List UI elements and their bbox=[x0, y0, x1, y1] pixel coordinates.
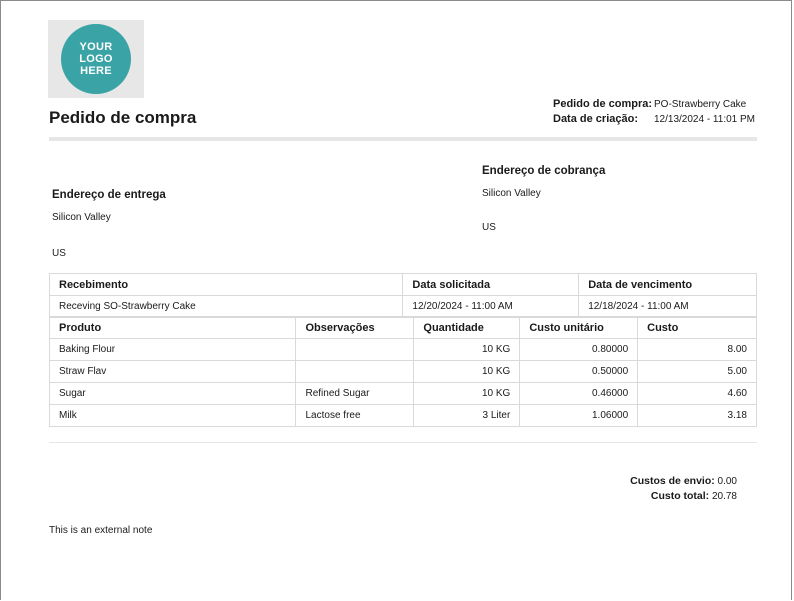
external-note: This is an external note bbox=[49, 525, 153, 536]
created-value: 12/13/2024 - 11:01 PM bbox=[654, 114, 755, 125]
shipping-country: US bbox=[52, 248, 66, 259]
quantity-header: Quantidade bbox=[413, 316, 521, 339]
quantity-cell: 10 KG bbox=[413, 338, 521, 361]
unit-cost-cell: 0.80000 bbox=[519, 338, 639, 361]
total-cost-label: Custo total: bbox=[650, 490, 710, 502]
logo-circle: YOUR LOGO HERE bbox=[61, 24, 131, 94]
table-row: Baking Flour 10 KG 0.80000 8.00 bbox=[48, 338, 757, 361]
unit-cost-header: Custo unitário bbox=[519, 316, 639, 339]
order-value: PO-Strawberry Cake bbox=[654, 99, 747, 110]
logo-text: YOUR LOGO HERE bbox=[79, 41, 113, 77]
table-row: Milk Lactose free 3 Liter 1.06000 3.18 bbox=[48, 404, 757, 427]
notes-cell: Lactose free bbox=[295, 404, 415, 427]
receipt-header-row: Recebimento Data solicitada Data de venc… bbox=[48, 273, 757, 296]
receipt-table: Recebimento Data solicitada Data de venc… bbox=[48, 273, 757, 318]
billing-country: US bbox=[482, 222, 496, 233]
order-meta: Pedido de compra: PO-Strawberry Cake Dat… bbox=[553, 98, 755, 128]
table-row: Sugar Refined Sugar 10 KG 0.46000 4.60 bbox=[48, 382, 757, 405]
totals-divider bbox=[49, 442, 757, 443]
quantity-cell: 10 KG bbox=[413, 360, 521, 383]
notes-cell bbox=[295, 338, 415, 361]
cost-header: Custo bbox=[637, 316, 757, 339]
quantity-cell: 3 Liter bbox=[413, 404, 521, 427]
cost-cell: 4.60 bbox=[637, 382, 757, 405]
billing-heading: Endereço de cobrança bbox=[482, 165, 606, 177]
document-title: Pedido de compra bbox=[49, 108, 197, 127]
receipt-header: Recebimento bbox=[48, 273, 404, 296]
product-cell: Baking Flour bbox=[48, 338, 297, 361]
billing-address: Endereço de cobrança Silicon Valley US bbox=[482, 165, 605, 234]
shipping-address: Endereço de entrega Silicon Valley US bbox=[52, 189, 166, 260]
document-page: YOUR LOGO HERE Pedido de compra Pedido d… bbox=[0, 0, 792, 600]
product-cell: Milk bbox=[48, 404, 297, 427]
unit-cost-cell: 1.06000 bbox=[519, 404, 639, 427]
notes-cell: Refined Sugar bbox=[295, 382, 415, 405]
shipping-line1: Silicon Valley bbox=[52, 212, 111, 223]
totals-block: Custos de envio: 0.00 Custo total: 20.78 bbox=[630, 475, 737, 505]
due-date-header: Data de vencimento bbox=[578, 273, 757, 296]
receipt-name: Receving SO-Strawberry Cake bbox=[48, 295, 404, 318]
company-logo: YOUR LOGO HERE bbox=[48, 20, 144, 98]
items-header-row: Produto Observações Quantidade Custo uni… bbox=[48, 316, 757, 339]
unit-cost-cell: 0.46000 bbox=[519, 382, 639, 405]
cost-cell: 3.18 bbox=[637, 404, 757, 427]
product-cell: Straw Flav bbox=[48, 360, 297, 383]
shipping-cost-value: 0.00 bbox=[717, 476, 737, 487]
product-cell: Sugar bbox=[48, 382, 297, 405]
items-table: Produto Observações Quantidade Custo uni… bbox=[48, 316, 757, 427]
cost-cell: 5.00 bbox=[637, 360, 757, 383]
notes-cell bbox=[295, 360, 415, 383]
receipt-row: Receving SO-Strawberry Cake 12/20/2024 -… bbox=[48, 295, 757, 318]
billing-line1: Silicon Valley bbox=[482, 188, 541, 199]
created-label: Data de criação: bbox=[553, 113, 638, 125]
header-divider bbox=[49, 137, 757, 141]
total-cost-value: 20.78 bbox=[711, 491, 737, 502]
order-label: Pedido de compra: bbox=[553, 98, 653, 110]
notes-header: Observações bbox=[295, 316, 415, 339]
table-row: Straw Flav 10 KG 0.50000 5.00 bbox=[48, 360, 757, 383]
requested-date-header: Data solicitada bbox=[402, 273, 580, 296]
due-date: 12/18/2024 - 11:00 AM bbox=[578, 295, 757, 318]
product-header: Produto bbox=[48, 316, 297, 339]
shipping-heading: Endereço de entrega bbox=[52, 189, 166, 201]
unit-cost-cell: 0.50000 bbox=[519, 360, 639, 383]
shipping-cost-label: Custos de envio: bbox=[630, 475, 715, 487]
requested-date: 12/20/2024 - 11:00 AM bbox=[402, 295, 580, 318]
quantity-cell: 10 KG bbox=[413, 382, 521, 405]
cost-cell: 8.00 bbox=[637, 338, 757, 361]
